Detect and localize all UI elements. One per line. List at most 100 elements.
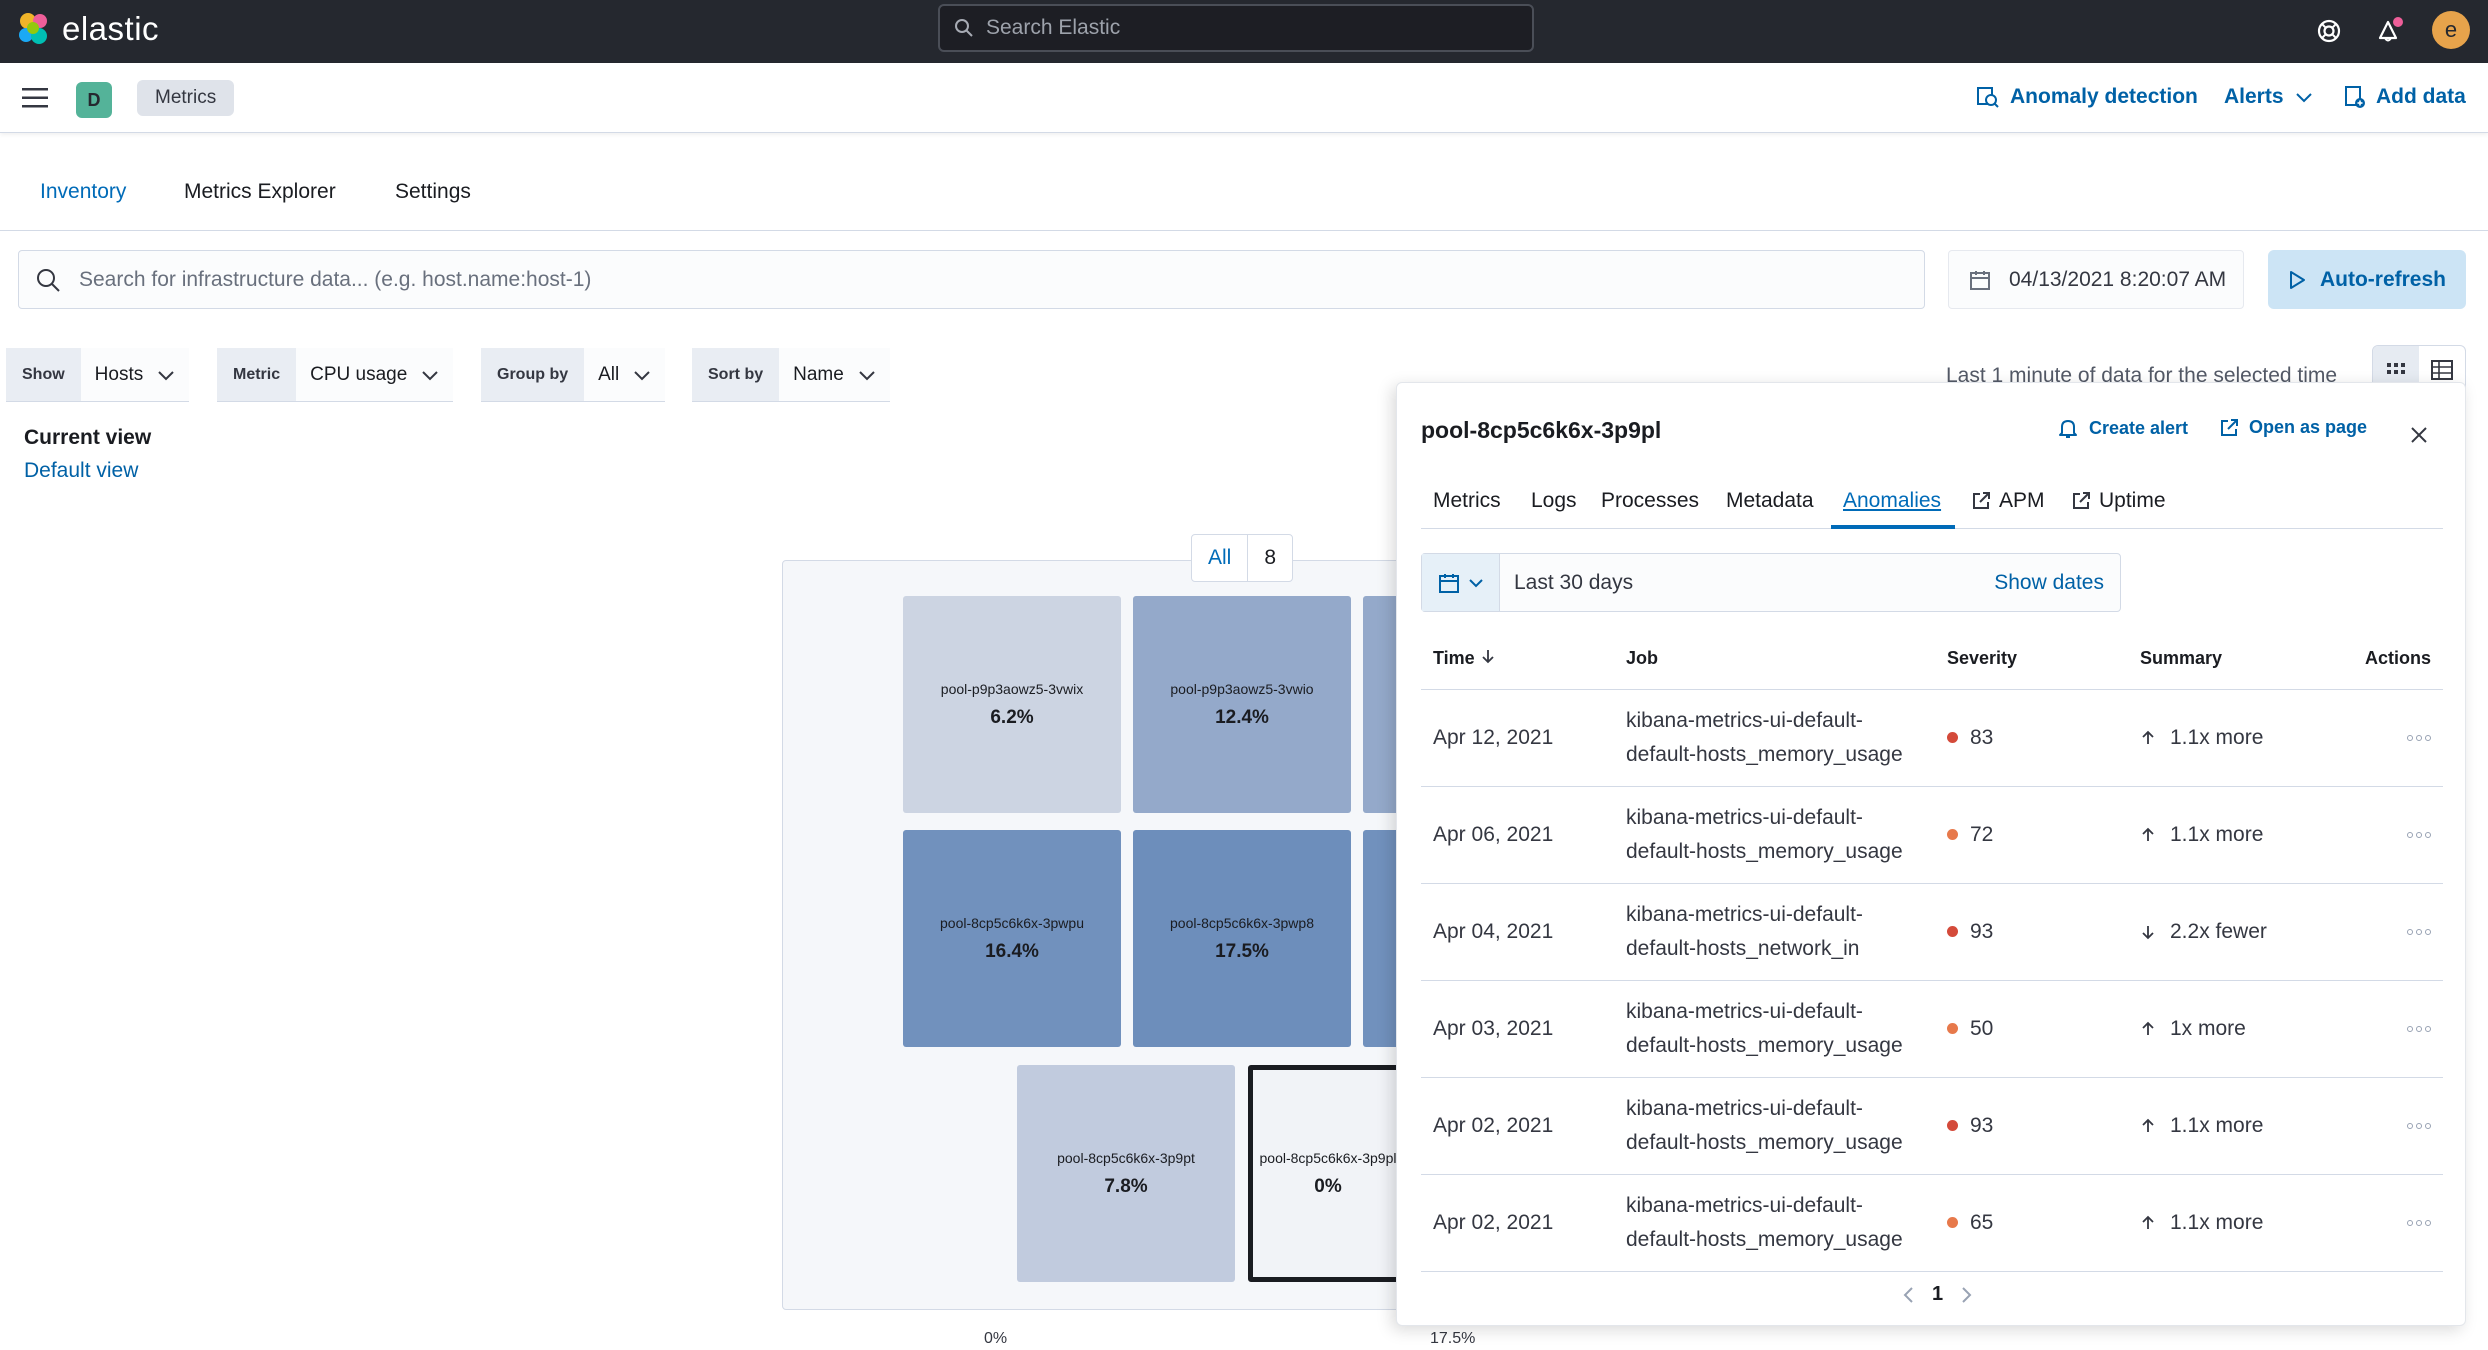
show-dates-link[interactable]: Show dates (1994, 571, 2104, 595)
global-search-input[interactable] (986, 16, 1506, 40)
add-data-icon (2345, 86, 2365, 108)
actions-menu-icon[interactable] (2345, 1025, 2431, 1032)
column-header-summary: Summary (2128, 629, 2333, 690)
tab-settings[interactable]: Settings (395, 180, 471, 204)
bell-icon (2059, 420, 2077, 438)
host-node[interactable]: pool-p9p3aowz5-3vwio 12.4% (1133, 596, 1351, 813)
date-picker[interactable]: 04/13/2021 8:20:07 AM (1948, 250, 2244, 309)
metric-filter-value: CPU usage (310, 363, 408, 385)
group-by-filter-label: Group by (481, 348, 585, 401)
job-line-2: default-hosts_memory_usage (1626, 839, 1903, 863)
show-filter-value: Hosts (94, 363, 144, 385)
job-line-2: default-hosts_memory_usage (1626, 742, 1903, 766)
cell-job: kibana-metrics-ui-default-default-hosts_… (1614, 1077, 1935, 1175)
calendar-icon (1438, 573, 1459, 593)
job-line-2: default-hosts_memory_usage (1626, 1227, 1903, 1251)
severity-dot (1947, 732, 1958, 743)
infra-search[interactable] (18, 250, 1925, 309)
chevron-right-icon[interactable] (1961, 1285, 1973, 1305)
flyout-tab-metrics[interactable]: Metrics (1433, 489, 1501, 513)
global-search[interactable] (938, 4, 1534, 52)
user-avatar[interactable]: e (2432, 11, 2470, 49)
host-node[interactable]: pool-8cp5c6k6x-3pwp8 17.5% (1133, 830, 1351, 1047)
column-header-time[interactable]: Time (1421, 629, 1614, 690)
help-icon[interactable] (2312, 14, 2346, 48)
page-number[interactable]: 1 (1932, 1283, 1943, 1306)
flyout-tab-metadata[interactable]: Metadata (1726, 489, 1814, 513)
show-filter[interactable]: Show Hosts (6, 348, 190, 402)
table-row: Apr 02, 2021 kibana-metrics-ui-default-de… (1421, 1077, 2443, 1175)
pagination: 1 (1902, 1283, 1973, 1306)
job-line-1: kibana-metrics-ui-default- (1626, 1193, 1863, 1217)
flyout-tab-logs[interactable]: Logs (1531, 489, 1577, 513)
group-by-filter[interactable]: Group by All (481, 348, 666, 402)
space-avatar[interactable]: D (76, 82, 112, 118)
global-header: elastic e (0, 0, 2488, 63)
arrow-up-icon (2142, 1021, 2154, 1035)
date-value: 04/13/2021 8:20:07 AM (2009, 267, 2227, 291)
tab-inventory[interactable]: Inventory (40, 180, 126, 204)
host-node-selected[interactable]: pool-8cp5c6k6x-3p9pl 0% (1248, 1065, 1408, 1282)
table-row: Apr 04, 2021 kibana-metrics-ui-default-de… (1421, 883, 2443, 981)
cell-actions (2333, 786, 2443, 884)
cell-severity: 72 (1935, 786, 2128, 884)
arrow-up-icon (2142, 827, 2154, 841)
actions-menu-icon[interactable] (2345, 1219, 2431, 1226)
job-line-1: kibana-metrics-ui-default- (1626, 902, 1863, 926)
add-data-link[interactable]: Add data (2344, 85, 2466, 109)
cell-job: kibana-metrics-ui-default-default-hosts_… (1614, 786, 1935, 884)
open-as-page-link[interactable]: Open as page (2219, 417, 2367, 438)
auto-refresh-button[interactable]: Auto-refresh (2268, 250, 2466, 309)
create-alert-button[interactable]: Create alert (2057, 417, 2188, 439)
flyout-tab-logs-label: Logs (1531, 489, 1577, 512)
auto-refresh-label: Auto-refresh (2319, 267, 2446, 291)
flyout-tab-uptime[interactable]: Uptime (2071, 489, 2166, 513)
host-node[interactable]: pool-p9p3aowz5-3vwix 6.2% (903, 596, 1121, 813)
flyout-tab-apm[interactable]: APM (1971, 489, 2045, 513)
cell-actions (2333, 883, 2443, 981)
search-icon (955, 19, 973, 37)
close-icon[interactable] (2407, 423, 2431, 447)
host-node-value: 0% (1314, 1175, 1342, 1197)
host-node[interactable]: pool-8cp5c6k6x-3p9pt 7.8% (1017, 1065, 1235, 1282)
host-node-value: 7.8% (1104, 1175, 1148, 1197)
quick-select-button[interactable] (1422, 554, 1500, 611)
newsfeed-icon[interactable] (2372, 14, 2406, 48)
host-node-name: pool-8cp5c6k6x-3p9pt (1057, 1149, 1195, 1166)
actions-menu-icon[interactable] (2345, 928, 2431, 935)
summary-text: 1.1x more (2170, 725, 2264, 749)
anomaly-icon (1977, 87, 1999, 108)
menu-toggle-icon[interactable] (20, 85, 50, 111)
arrow-down-icon (1482, 650, 1494, 664)
actions-menu-icon[interactable] (2345, 1122, 2431, 1129)
chevron-down-icon (422, 370, 439, 380)
flyout-tab-processes[interactable]: Processes (1601, 489, 1699, 513)
arrow-up-icon (2142, 1215, 2154, 1229)
actions-menu-icon[interactable] (2345, 734, 2431, 741)
elastic-logo[interactable]: elastic (16, 10, 159, 48)
infra-search-input[interactable] (79, 267, 1879, 292)
table-row: Apr 06, 2021 kibana-metrics-ui-default-de… (1421, 786, 2443, 884)
alerts-menu[interactable]: Alerts (2224, 85, 2314, 109)
job-line-2: default-hosts_memory_usage (1626, 1033, 1903, 1057)
group-by-filter-value: All (598, 363, 620, 385)
host-node[interactable]: pool-8cp5c6k6x-3pwpu 16.4% (903, 830, 1121, 1047)
summary-text: 1.1x more (2170, 1210, 2264, 1234)
default-view-link[interactable]: Default view (24, 459, 138, 483)
flyout-tab-anomalies[interactable]: Anomalies (1843, 489, 1941, 513)
actions-menu-icon[interactable] (2345, 831, 2431, 838)
metric-filter[interactable]: Metric CPU usage (217, 348, 454, 402)
chevron-left-icon[interactable] (1902, 1285, 1914, 1305)
sort-by-filter[interactable]: Sort by Name (692, 348, 890, 402)
anomaly-detection-link[interactable]: Anomaly detection (1976, 85, 2198, 109)
severity-score: 93 (1970, 1113, 1994, 1137)
tab-metrics-explorer[interactable]: Metrics Explorer (184, 180, 336, 204)
cell-actions (2333, 1077, 2443, 1175)
group-badge[interactable]: All 8 (1191, 534, 1294, 582)
host-node-name: pool-p9p3aowz5-3vwix (940, 680, 1084, 697)
chevron-down-icon (859, 370, 875, 380)
table-header-row: Time Job Severity Summary Actions (1421, 629, 2443, 690)
popout-icon (1973, 492, 1990, 509)
time-range-picker[interactable]: Last 30 days Show dates (1421, 553, 2121, 612)
host-node-name: pool-p9p3aowz5-3vwio (1170, 680, 1314, 697)
